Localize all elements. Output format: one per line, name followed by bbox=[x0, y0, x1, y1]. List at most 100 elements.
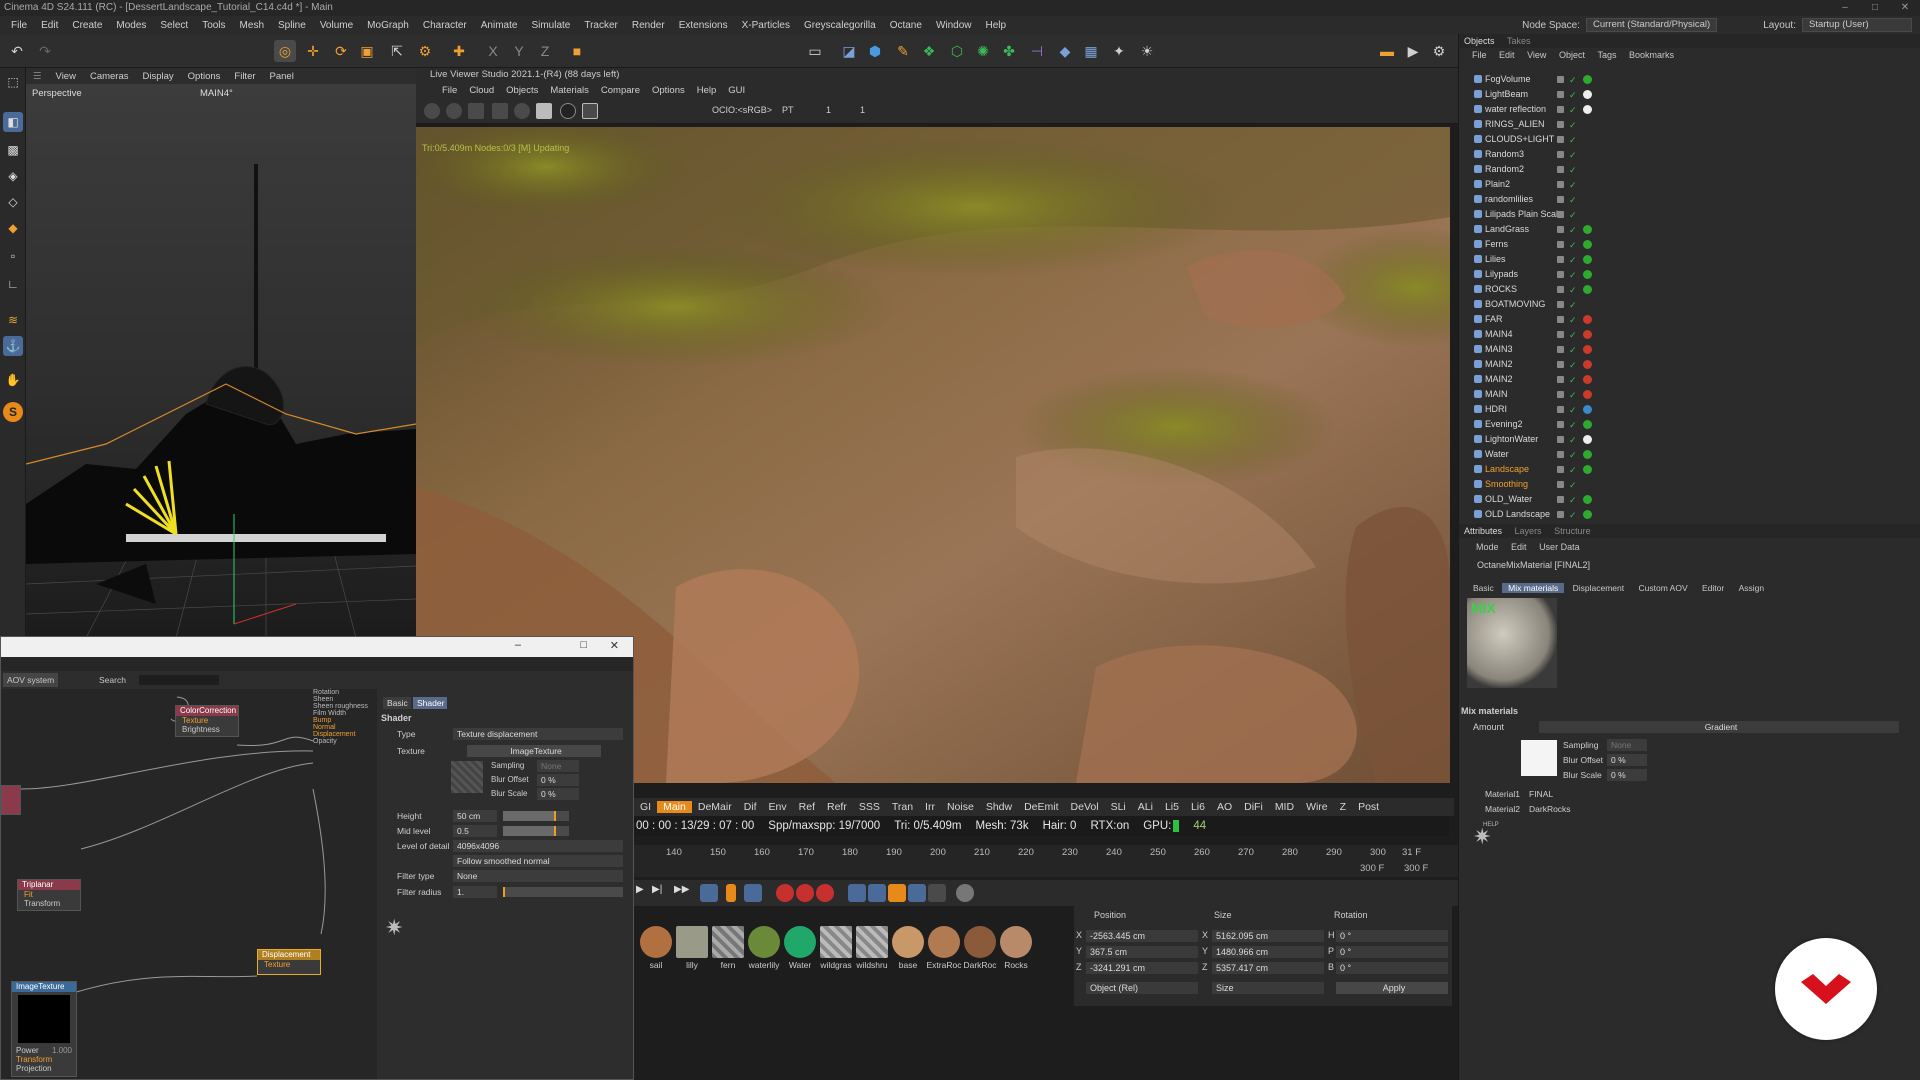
visibility-toggle-icon[interactable] bbox=[1557, 511, 1564, 518]
world-axis-icon[interactable]: ✚ bbox=[448, 40, 470, 62]
menu-modes[interactable]: Modes bbox=[109, 20, 153, 31]
visibility-toggle-icon[interactable] bbox=[1557, 91, 1564, 98]
restart-render-icon[interactable] bbox=[446, 103, 462, 119]
object-row[interactable]: MAIN2 ✓ bbox=[1459, 372, 1920, 387]
pass-tab-post[interactable]: Post bbox=[1352, 801, 1385, 813]
pen-icon[interactable]: ✎ bbox=[892, 40, 914, 62]
enabled-check-icon[interactable]: ✓ bbox=[1569, 358, 1577, 373]
tab-attributes[interactable]: Attributes bbox=[1459, 526, 1507, 536]
visibility-toggle-icon[interactable] bbox=[1557, 166, 1564, 173]
ocio-dropdown[interactable]: OCIO:<sRGB> bbox=[712, 105, 772, 115]
liveviewer-menu-options[interactable]: Options bbox=[646, 85, 691, 96]
node-triplanar[interactable]: Triplanar Fit Transform bbox=[17, 879, 81, 911]
enabled-check-icon[interactable]: ✓ bbox=[1569, 88, 1577, 103]
liveviewer-menu-cloud[interactable]: Cloud bbox=[463, 85, 500, 96]
pass-tab-env[interactable]: Env bbox=[763, 801, 793, 813]
object-row[interactable]: randomlilies ✓ bbox=[1459, 192, 1920, 207]
pass-tab-ali[interactable]: ALi bbox=[1132, 801, 1159, 813]
uv-mode-icon[interactable]: ▫ bbox=[3, 246, 23, 266]
mograph-icon[interactable]: ✤ bbox=[998, 40, 1020, 62]
object-tag-icon[interactable] bbox=[1583, 240, 1592, 249]
pass-tab-main[interactable]: Main bbox=[657, 801, 692, 813]
midlevel-slider[interactable] bbox=[503, 826, 569, 836]
size-z-field[interactable]: 5357.417 cm bbox=[1212, 962, 1324, 974]
visibility-toggle-icon[interactable] bbox=[1557, 391, 1564, 398]
liveviewer-menu-materials[interactable]: Materials bbox=[544, 85, 595, 96]
pass-tab-li6[interactable]: Li6 bbox=[1185, 801, 1211, 813]
scale-tool-icon[interactable]: ▣ bbox=[356, 40, 378, 62]
coordinate-system-icon[interactable]: ■ bbox=[566, 40, 588, 62]
object-tag-icon[interactable] bbox=[1583, 510, 1592, 519]
pass-tab-gi[interactable]: GI bbox=[634, 801, 657, 813]
visibility-toggle-icon[interactable] bbox=[1557, 376, 1564, 383]
position-y-field[interactable]: 367.5 cm bbox=[1086, 946, 1198, 958]
liveviewer-menu-objects[interactable]: Objects bbox=[500, 85, 544, 96]
object-row[interactable]: CLOUDS+LIGHT ✓ bbox=[1459, 132, 1920, 147]
camera-icon[interactable]: ✦ bbox=[1108, 40, 1130, 62]
stop-render-icon[interactable] bbox=[492, 103, 508, 119]
menu-character[interactable]: Character bbox=[416, 20, 474, 31]
visibility-toggle-icon[interactable] bbox=[1557, 271, 1564, 278]
height-slider[interactable] bbox=[503, 811, 569, 821]
object-tag-icon[interactable] bbox=[1583, 255, 1592, 264]
subtab-assign[interactable]: Assign bbox=[1733, 583, 1771, 593]
enabled-check-icon[interactable]: ✓ bbox=[1569, 463, 1577, 478]
object-row[interactable]: Ferns ✓ bbox=[1459, 237, 1920, 252]
menu-xparticles[interactable]: X-Particles bbox=[735, 20, 797, 31]
tab-takes[interactable]: Takes bbox=[1502, 36, 1536, 46]
objects-menu-view[interactable]: View bbox=[1522, 50, 1551, 60]
object-row[interactable]: Lilypads ✓ bbox=[1459, 267, 1920, 282]
type-dropdown[interactable]: Texture displacement bbox=[453, 728, 623, 740]
material-ball[interactable] bbox=[928, 926, 960, 958]
subtab-basic[interactable]: Basic bbox=[1467, 583, 1500, 593]
enabled-check-icon[interactable]: ✓ bbox=[1569, 343, 1577, 358]
visibility-toggle-icon[interactable] bbox=[1557, 466, 1564, 473]
position-x-field[interactable]: -2563.445 cm bbox=[1086, 930, 1198, 942]
visibility-toggle-icon[interactable] bbox=[1557, 301, 1564, 308]
node-close-icon[interactable]: ✕ bbox=[610, 639, 619, 652]
visibility-toggle-icon[interactable] bbox=[1557, 496, 1564, 503]
object-row[interactable]: Evening2 ✓ bbox=[1459, 417, 1920, 432]
light-icon[interactable]: ☀ bbox=[1136, 40, 1158, 62]
object-row[interactable]: Lilipads Plain Scale ✓ bbox=[1459, 207, 1920, 222]
viewport-menu-filter[interactable]: Filter bbox=[227, 71, 262, 82]
object-tag-icon[interactable] bbox=[1583, 450, 1592, 459]
attr-menu-mode[interactable]: Mode bbox=[1471, 542, 1504, 552]
height-field[interactable]: 50 cm bbox=[453, 810, 497, 822]
pass-tab-sss[interactable]: SSS bbox=[853, 801, 886, 813]
cloner-icon[interactable]: ✺ bbox=[972, 40, 994, 62]
object-row[interactable]: Landscape ✓ bbox=[1459, 462, 1920, 477]
lod-dropdown[interactable]: 4096x4096 bbox=[453, 840, 623, 852]
object-row[interactable]: HDRI ✓ bbox=[1459, 402, 1920, 417]
object-tag-icon[interactable] bbox=[1583, 435, 1592, 444]
menu-mograph[interactable]: MoGraph bbox=[360, 20, 416, 31]
visibility-toggle-icon[interactable] bbox=[1557, 151, 1564, 158]
amount-gradient-field[interactable]: Gradient bbox=[1539, 721, 1899, 733]
key-mode-icon[interactable] bbox=[726, 884, 736, 902]
texture-mode-icon[interactable]: ▩ bbox=[3, 140, 23, 160]
x-axis-icon[interactable]: X bbox=[482, 40, 504, 62]
position-z-field[interactable]: -3241.291 cm bbox=[1086, 962, 1198, 974]
visibility-toggle-icon[interactable] bbox=[1557, 241, 1564, 248]
layout-dropdown[interactable]: Startup (User) bbox=[1802, 18, 1912, 32]
region-render-icon[interactable] bbox=[582, 103, 598, 119]
enabled-check-icon[interactable]: ✓ bbox=[1569, 478, 1577, 493]
visibility-toggle-icon[interactable] bbox=[1557, 196, 1564, 203]
enabled-check-icon[interactable]: ✓ bbox=[1569, 253, 1577, 268]
menu-animate[interactable]: Animate bbox=[474, 20, 525, 31]
viewport-menu-cameras[interactable]: Cameras bbox=[83, 71, 136, 82]
subdivision-icon[interactable]: ❖ bbox=[918, 40, 940, 62]
menu-tracker[interactable]: Tracker bbox=[577, 20, 625, 31]
pass-tab-demair[interactable]: DeMair bbox=[692, 801, 738, 813]
extrude-icon[interactable]: ⬡ bbox=[946, 40, 968, 62]
node-space-dropdown[interactable]: Current (Standard/Physical) bbox=[1585, 18, 1718, 32]
menu-file[interactable]: File bbox=[4, 20, 34, 31]
node-maximize-icon[interactable]: □ bbox=[580, 639, 587, 651]
end-frame-field-a[interactable]: 300 F bbox=[1360, 863, 1384, 874]
next-frame-icon[interactable]: ▶| bbox=[652, 884, 670, 902]
cube-icon[interactable]: ◪ bbox=[838, 40, 860, 62]
pass-tab-li5[interactable]: Li5 bbox=[1159, 801, 1185, 813]
enabled-check-icon[interactable]: ✓ bbox=[1569, 298, 1577, 313]
blur-offset-field[interactable]: 0 % bbox=[537, 774, 579, 786]
sculpt-icon[interactable]: ≋ bbox=[3, 310, 23, 330]
